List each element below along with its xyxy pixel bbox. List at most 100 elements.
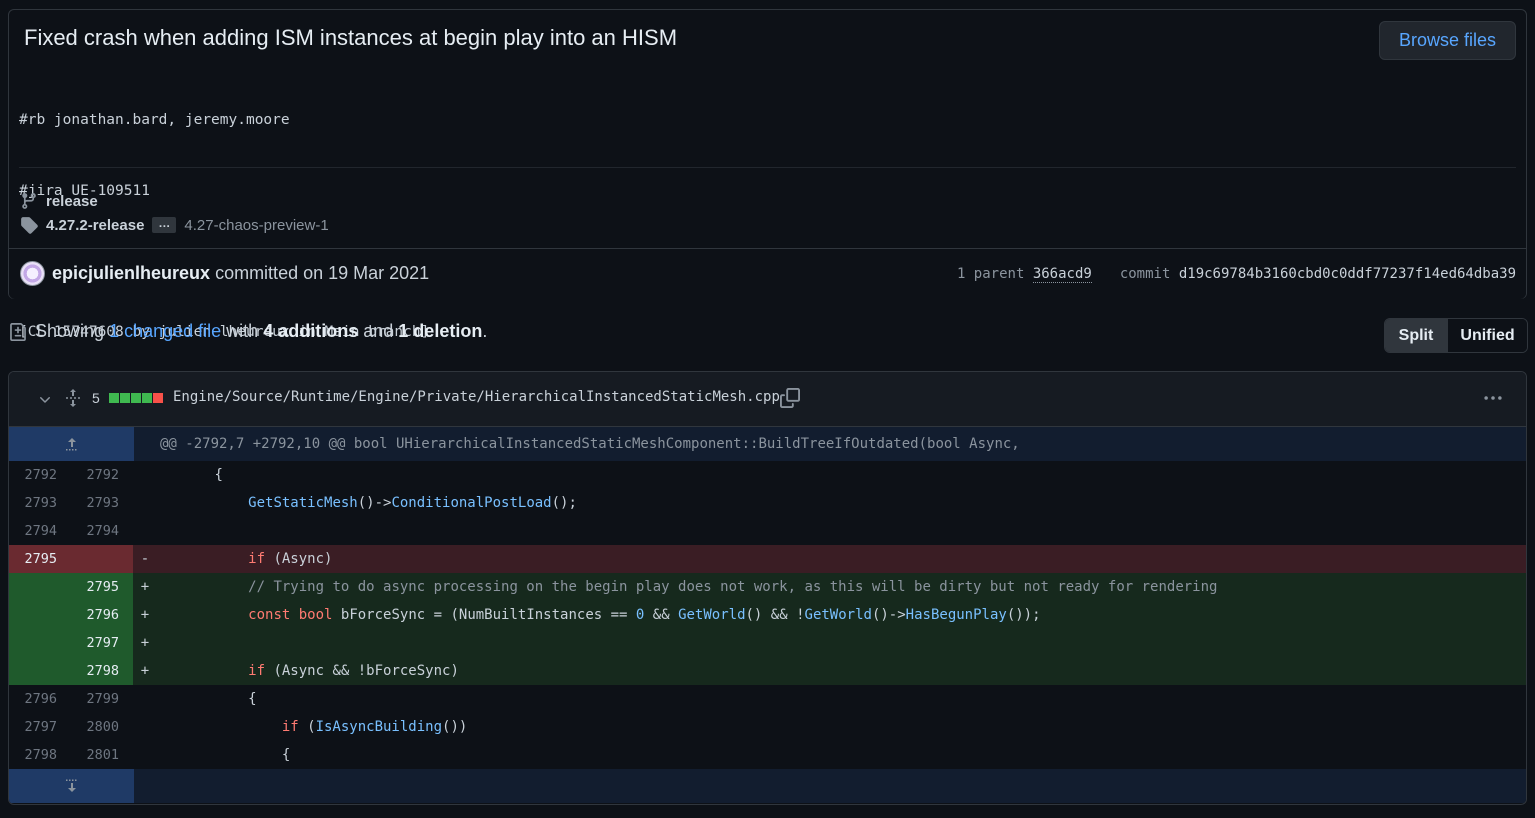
context-line-row: 2794 2794 <box>9 517 1526 545</box>
added-line-row: 2795 + // Trying to do async processing o… <box>9 573 1526 601</box>
hunk-header-row: @@ -2792,7 +2792,10 @@ bool UHierarchica… <box>9 427 1526 461</box>
code-token: if <box>248 551 266 567</box>
old-line-number[interactable]: 2794 <box>9 517 71 545</box>
unified-view-button[interactable]: Unified <box>1447 319 1527 352</box>
divider <box>19 167 1516 168</box>
commit-group: commit d19c69784b3160cbd0c0ddf77237f14ed… <box>1120 266 1516 282</box>
old-line-number[interactable] <box>9 601 71 629</box>
more-tags-button[interactable]: … <box>152 217 177 233</box>
code-token: GetWorld <box>678 607 746 623</box>
code-token: const <box>248 607 291 623</box>
old-line-number[interactable]: 2796 <box>9 685 71 713</box>
context-line-row: 2792 2792 { <box>9 461 1526 489</box>
code-line: if (IsAsyncBuilding()) <box>135 713 1526 741</box>
new-line-number[interactable]: 2801 <box>71 741 133 769</box>
branch-link[interactable]: release <box>46 193 98 210</box>
code-token: ( <box>298 719 316 735</box>
summary-text: Showing 1 changed file with 4 additions … <box>35 321 487 342</box>
old-line-number[interactable]: 2798 <box>9 741 71 769</box>
new-line-number[interactable]: 2794 <box>71 517 133 545</box>
new-line-number[interactable]: 2792 <box>71 461 133 489</box>
old-line-number[interactable] <box>9 573 71 601</box>
old-line-number[interactable] <box>9 657 71 685</box>
file-header: 5 Engine/Source/Runtime/Engine/Private/H… <box>9 372 1526 427</box>
new-line-number[interactable]: 2798 <box>71 657 133 685</box>
code-token: (); <box>551 495 577 511</box>
changed-files-link[interactable]: 1 changed file <box>109 321 221 341</box>
author-link[interactable]: epicjulienlheureux <box>52 263 210 283</box>
file-path-link[interactable]: Engine/Source/Runtime/Engine/Private/Hie… <box>173 389 780 405</box>
code-token: && <box>644 607 679 623</box>
new-line-number[interactable]: 2795 <box>71 573 133 601</box>
diff-rows: 2792 2792 {2793 2793 GetStaticMesh()->Cond… <box>9 461 1526 769</box>
git-branch-icon <box>22 193 36 209</box>
tag-link[interactable]: 4.27.2-release <box>46 217 144 234</box>
parent-group: 1 parent 366acd9 <box>956 266 1092 283</box>
code-token: IsAsyncBuilding <box>315 719 443 735</box>
copy-icon[interactable] <box>780 388 800 408</box>
new-line-number[interactable]: 2796 <box>71 601 133 629</box>
commit-box: Fixed crash when adding ISM instances at… <box>8 9 1527 340</box>
new-line-number[interactable]: 2799 <box>71 685 133 713</box>
split-view-button[interactable]: Split <box>1385 319 1447 352</box>
deletion-bar <box>153 393 163 403</box>
expand-up-button[interactable] <box>9 427 134 461</box>
code-line: const bool bForceSync = (NumBuiltInstanc… <box>135 601 1526 629</box>
kebab-menu-icon[interactable] <box>1482 388 1504 408</box>
old-line-number[interactable]: 2792 <box>9 461 71 489</box>
expand-down-button[interactable] <box>9 769 134 803</box>
old-line-number[interactable] <box>9 629 71 657</box>
context-line-row: 2797 2800 if (IsAsyncBuilding()) <box>9 713 1526 741</box>
new-line-number[interactable]: 2797 <box>71 629 133 657</box>
code-token: if <box>248 663 266 679</box>
chevron-down-icon[interactable] <box>37 391 53 407</box>
expand-down-icon <box>65 779 76 792</box>
browse-files-button[interactable]: Browse files <box>1379 21 1516 60</box>
code-line: if (Async) <box>135 545 1526 573</box>
context-line-row: 2798 2801 { <box>9 741 1526 769</box>
expand-all-icon[interactable] <box>65 389 81 407</box>
diff-table: @@ -2792,7 +2792,10 @@ bool UHierarchica… <box>9 427 1526 803</box>
code-token: { <box>147 467 223 483</box>
new-line-number[interactable]: 2800 <box>71 713 133 741</box>
branch-row: release <box>20 192 98 210</box>
old-line-number[interactable]: 2795 <box>9 545 71 573</box>
summary-showing: Showing <box>35 321 105 341</box>
change-count: 5 <box>92 390 100 406</box>
tag-row: 4.27.2-release … 4.27-chaos-preview-1 <box>20 216 329 234</box>
code-token: ConditionalPostLoad <box>391 495 552 511</box>
code-token: () && ! <box>745 607 805 623</box>
new-line-number[interactable]: 2793 <box>71 489 133 517</box>
old-line-number[interactable]: 2793 <box>9 489 71 517</box>
file-diff-icon <box>10 322 26 341</box>
diffstat-bars <box>109 393 163 403</box>
code-line: GetStaticMesh()->ConditionalPostLoad(); <box>135 489 1526 517</box>
file-diff: 5 Engine/Source/Runtime/Engine/Private/H… <box>8 371 1527 805</box>
avatar[interactable] <box>20 261 45 286</box>
committed-date: committed on 19 Mar 2021 <box>215 263 430 283</box>
diff-view-toggle: Split Unified <box>1384 318 1528 353</box>
deletions-count: 1 deletion <box>398 321 483 341</box>
tag-link[interactable]: 4.27-chaos-preview-1 <box>184 217 328 234</box>
expand-up-icon <box>65 438 76 451</box>
code-token: HasBegunPlay <box>905 607 1007 623</box>
parent-sha-link[interactable]: 366acd9 <box>1032 266 1092 283</box>
summary-and: and <box>363 321 394 341</box>
parent-info: 1 parent 366acd9 commit d19c69784b3160cb… <box>956 266 1516 283</box>
new-line-number[interactable] <box>71 545 133 573</box>
old-line-number[interactable]: 2797 <box>9 713 71 741</box>
summary-with: with <box>226 321 259 341</box>
parent-label: 1 parent <box>956 266 1025 282</box>
addition-bar <box>109 393 119 403</box>
commit-sha: d19c69784b3160cbd0c0ddf77237f14ed64dba39 <box>1178 266 1516 282</box>
code-token: bForceSync = (NumBuiltInstances == <box>332 607 636 623</box>
context-line-row: 2796 2799 { <box>9 685 1526 713</box>
summary-period: . <box>482 321 488 341</box>
code-token: (Async) <box>265 551 333 567</box>
author-line: epicjulienlheureux committed on 19 Mar 2… <box>52 263 429 284</box>
